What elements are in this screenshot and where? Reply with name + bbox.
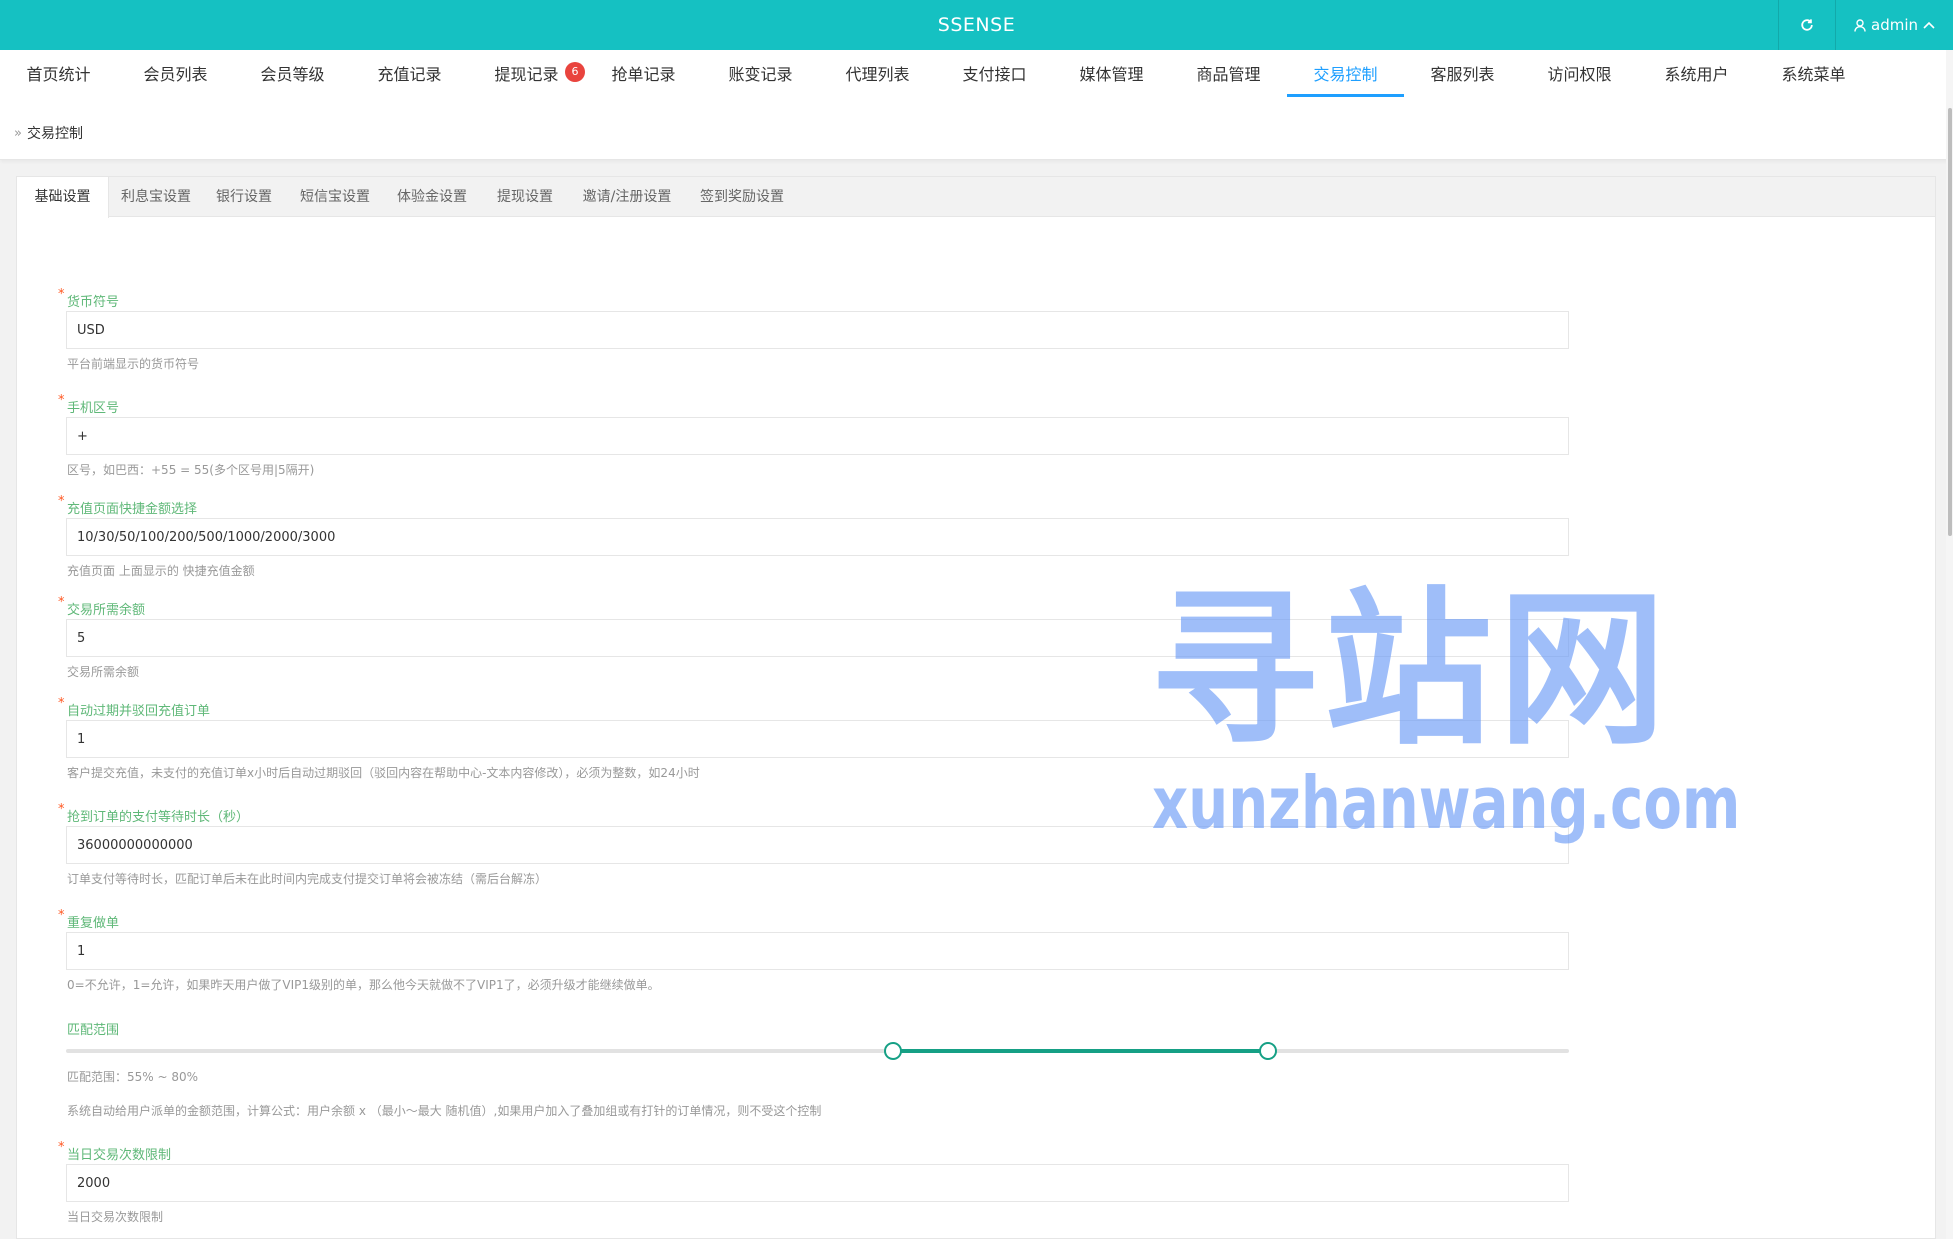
required-mark: *	[58, 287, 65, 302]
refresh-button[interactable]	[1779, 0, 1835, 50]
top-bar: SSENSE admin	[0, 0, 1953, 50]
phone-area-code-help: 区号，如巴西：+55 = 55(多个区号用|5隔开)	[67, 463, 315, 477]
currency-symbol-help: 平台前端显示的货币符号	[67, 357, 200, 371]
required-balance-help: 交易所需余额	[67, 665, 140, 679]
required-balance-input[interactable]	[66, 619, 1569, 657]
scrollbar-thumb[interactable]	[1948, 108, 1952, 536]
currency-symbol-label: * 货币符号	[58, 287, 120, 310]
required-mark: *	[58, 1140, 65, 1155]
match-range-label: 匹配范围	[67, 1023, 120, 1038]
repeat-orders-input[interactable]	[66, 932, 1569, 970]
tab-basic-settings[interactable]: 基础设置	[17, 177, 109, 218]
nav-item-trade-control[interactable]: 交易控制	[1287, 50, 1404, 97]
tab-bank-settings[interactable]: 银行设置	[207, 177, 281, 217]
settings-card: 基础设置 利息宝设置 银行设置 短信宝设置 体验金设置 提现设置 邀请/注册设置…	[16, 176, 1936, 1239]
match-range-help: 系统自动给用户派单的金额范围，计算公式：用户余额 x （最小～最大 随机值）,如…	[67, 1104, 822, 1118]
nav-item-members[interactable]: 会员列表	[117, 50, 234, 96]
tab-withdraw-settings[interactable]: 提现设置	[487, 177, 563, 217]
required-mark: *	[58, 908, 65, 923]
breadcrumb: » 交易控制	[14, 123, 83, 143]
nav-item-support[interactable]: 客服列表	[1404, 50, 1521, 96]
nav-item-agents[interactable]: 代理列表	[819, 50, 936, 96]
quick-amounts-help: 充值页面 上面显示的 快捷充值金额	[67, 564, 255, 578]
currency-symbol-input[interactable]	[66, 311, 1569, 349]
required-mark: *	[58, 494, 65, 509]
phone-area-code-input[interactable]	[66, 417, 1569, 455]
nav-item-dashboard[interactable]: 首页统计	[0, 50, 117, 96]
chevron-up-icon	[1923, 21, 1935, 29]
payment-wait-input[interactable]	[66, 826, 1569, 864]
nav-item-payment-api[interactable]: 支付接口	[936, 50, 1053, 96]
settings-tabs: 基础设置 利息宝设置 银行设置 短信宝设置 体验金设置 提现设置 邀请/注册设置…	[17, 177, 1935, 218]
required-mark: *	[58, 802, 65, 817]
match-range-min-handle[interactable]	[883, 1042, 902, 1060]
repeat-orders-help: 0=不允许，1=允许，如果昨天用户做了VIP1级别的单，那么他今天就做不了VIP…	[67, 978, 660, 992]
daily-limit-help: 当日交易次数限制	[67, 1210, 164, 1224]
nav-item-member-levels[interactable]: 会员等级	[234, 50, 351, 96]
nav-item-balance-changes[interactable]: 账变记录	[702, 50, 819, 96]
daily-limit-input[interactable]	[66, 1164, 1569, 1202]
payment-wait-label: * 抢到订单的支付等待时长（秒）	[58, 802, 250, 825]
double-chevron-right-icon: »	[14, 125, 22, 141]
required-mark: *	[58, 393, 65, 408]
auto-expire-help: 客户提交充值，未支付的充值订单x小时后自动过期驳回（驳回内容在帮助中心-文本内容…	[67, 766, 700, 780]
required-balance-label: * 交易所需余额	[58, 595, 146, 618]
nav-item-recharge-records[interactable]: 充值记录	[351, 50, 468, 96]
quick-amounts-label: * 充值页面快捷金额选择	[58, 494, 198, 517]
user-menu[interactable]: admin	[1836, 0, 1953, 50]
repeat-orders-label: * 重复做单	[58, 908, 120, 931]
tab-trial-fund-settings[interactable]: 体验金设置	[387, 177, 477, 217]
required-mark: *	[58, 696, 65, 711]
nav-item-system-users[interactable]: 系统用户	[1638, 50, 1755, 96]
nav-item-media[interactable]: 媒体管理	[1053, 50, 1170, 96]
match-range-max-handle[interactable]	[1259, 1042, 1278, 1060]
match-range-value: 匹配范围：55% ~ 80%	[67, 1070, 199, 1084]
app-title: SSENSE	[937, 14, 1016, 36]
nav-item-access[interactable]: 访问权限	[1521, 50, 1638, 96]
tab-checkin-reward-settings[interactable]: 签到奖励设置	[690, 177, 794, 217]
tab-sms-settings[interactable]: 短信宝设置	[291, 177, 379, 217]
nav-item-grab-orders[interactable]: 抢单记录	[585, 50, 702, 96]
withdraw-count-badge: 6	[565, 62, 585, 82]
breadcrumb-current: 交易控制	[26, 126, 83, 142]
payment-wait-help: 订单支付等待时长，匹配订单后未在此时间内完成支付提交订单将会被冻结（需后台解冻）	[67, 872, 548, 886]
nav-item-system-menu[interactable]: 系统菜单	[1755, 50, 1872, 96]
match-range-slider[interactable]	[66, 1042, 1569, 1060]
auto-expire-input[interactable]	[66, 720, 1569, 758]
phone-area-code-label: * 手机区号	[58, 393, 120, 416]
user-name: admin	[1871, 16, 1918, 34]
required-mark: *	[58, 595, 65, 610]
auto-expire-label: * 自动过期并驳回充值订单	[58, 696, 211, 719]
user-icon	[1854, 18, 1866, 32]
match-range-fill	[892, 1049, 1269, 1053]
breadcrumb-bar: » 交易控制	[0, 100, 1953, 160]
daily-limit-label: * 当日交易次数限制	[58, 1140, 172, 1163]
quick-amounts-input[interactable]	[66, 518, 1569, 556]
refresh-icon	[1801, 19, 1813, 31]
main-nav: 首页统计 会员列表 会员等级 充值记录 提现记录 6 抢单记录 账变记录 代理列…	[0, 50, 1953, 100]
tab-invite-register-settings[interactable]: 邀请/注册设置	[572, 177, 682, 217]
tab-interest-settings[interactable]: 利息宝设置	[117, 177, 195, 217]
nav-item-products[interactable]: 商品管理	[1170, 50, 1287, 96]
